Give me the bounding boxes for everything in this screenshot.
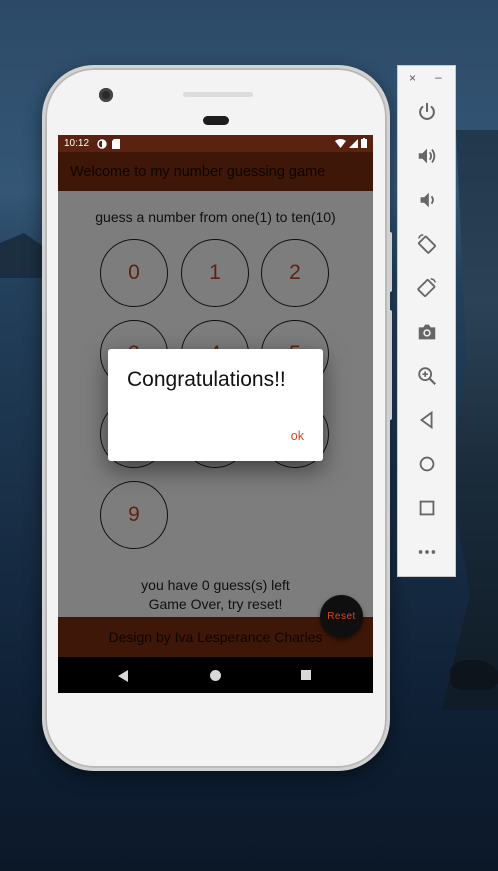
emulator-toolbar: × – [397, 65, 456, 577]
dialog-title: Congratulations!! [127, 368, 286, 391]
background-rock [450, 660, 498, 690]
minimize-icon[interactable]: – [435, 70, 442, 84]
volume-up-icon[interactable] [412, 142, 442, 170]
nav-back-icon[interactable] [118, 670, 128, 682]
back-icon[interactable] [412, 406, 442, 434]
battery-icon [361, 138, 367, 148]
rotate-right-icon[interactable] [412, 274, 442, 302]
toolbar-window-controls: × – [398, 70, 457, 88]
rotate-left-icon[interactable] [412, 230, 442, 258]
close-icon[interactable]: × [409, 71, 416, 85]
status-time: 10:12 [64, 138, 90, 149]
data-saver-icon [97, 138, 107, 149]
power-icon[interactable] [412, 98, 442, 126]
camera-icon[interactable] [412, 318, 442, 346]
nav-home-icon[interactable] [210, 670, 221, 681]
phone-screen: 10:12 Welcome to my number guessing game… [58, 135, 373, 693]
congratulations-dialog: Congratulations!! ok [108, 349, 323, 461]
home-icon[interactable] [412, 450, 442, 478]
power-side-button [388, 310, 392, 420]
volume-down-icon[interactable] [412, 186, 442, 214]
volume-rocker [388, 232, 392, 292]
dialog-ok-button[interactable]: ok [291, 429, 304, 443]
nav-recents-icon[interactable] [301, 670, 311, 680]
zoom-icon[interactable] [412, 362, 442, 390]
wifi-icon [335, 138, 346, 148]
navigation-bar [58, 657, 373, 693]
top-speaker [183, 92, 253, 97]
status-bar: 10:12 [58, 135, 373, 152]
earpiece [203, 116, 229, 125]
sd-card-icon [112, 138, 121, 149]
front-camera [99, 88, 113, 102]
overview-icon[interactable] [412, 494, 442, 522]
more-icon[interactable] [412, 538, 442, 566]
signal-icon [349, 138, 358, 148]
reset-button[interactable]: Reset [320, 595, 363, 638]
